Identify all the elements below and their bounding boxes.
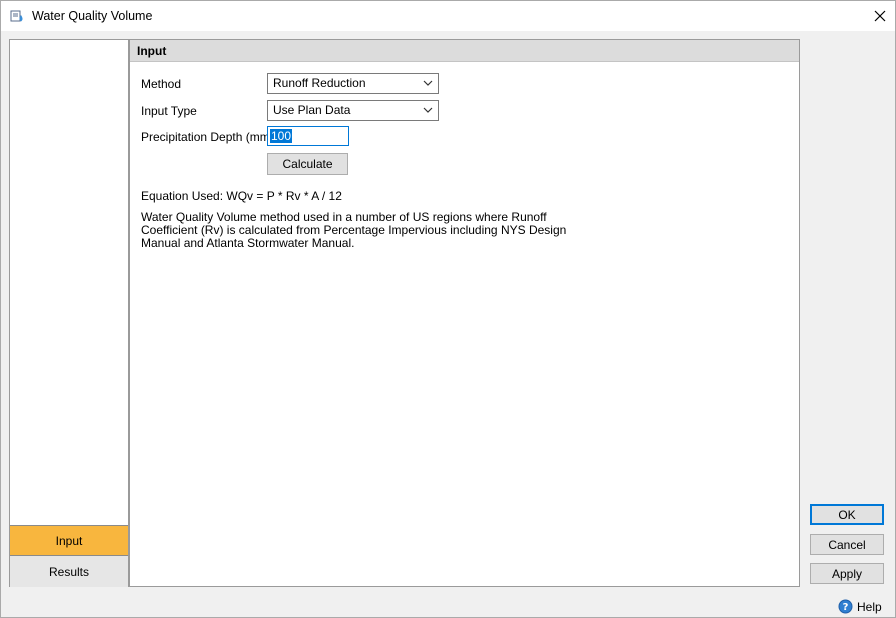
close-button[interactable] [865, 1, 895, 31]
method-label: Method [141, 77, 182, 91]
input-panel: Input Method Runoff Reduction Input Type… [129, 39, 800, 587]
precip-depth-label: Precipitation Depth (mm) [141, 130, 274, 144]
equation-text: Equation Used: WQv = P * Rv * A / 12 [141, 189, 342, 203]
cancel-button[interactable]: Cancel [810, 534, 884, 555]
sidebar-tab-results[interactable]: Results [10, 556, 128, 587]
calculate-button[interactable]: Calculate [267, 153, 348, 175]
ok-button[interactable]: OK [810, 504, 884, 525]
title-bar: Water Quality Volume [1, 1, 895, 31]
input-type-label: Input Type [141, 104, 197, 118]
input-type-value: Use Plan Data [273, 103, 351, 117]
apply-button[interactable]: Apply [810, 563, 884, 584]
precip-depth-value: 100 [270, 129, 293, 143]
app-icon [10, 9, 26, 25]
precip-depth-input[interactable]: 100 [267, 126, 349, 146]
dialog-window: Water Quality Volume Input Results Input… [0, 0, 896, 618]
chevron-down-icon [423, 80, 433, 86]
svg-text:?: ? [843, 602, 849, 613]
chevron-down-icon [423, 107, 433, 113]
help-label: Help [857, 599, 882, 614]
close-icon [874, 10, 886, 22]
sidebar: Input Results [9, 39, 129, 587]
sidebar-tab-input[interactable]: Input [10, 525, 128, 556]
window-title: Water Quality Volume [32, 9, 153, 23]
method-value: Runoff Reduction [273, 76, 366, 90]
method-description: Water Quality Volume method used in a nu… [141, 210, 567, 250]
panel-header: Input [130, 40, 799, 62]
help-icon: ? [838, 599, 853, 614]
help-link[interactable]: ? Help [838, 599, 882, 614]
method-select[interactable]: Runoff Reduction [267, 73, 439, 94]
input-type-select[interactable]: Use Plan Data [267, 100, 439, 121]
